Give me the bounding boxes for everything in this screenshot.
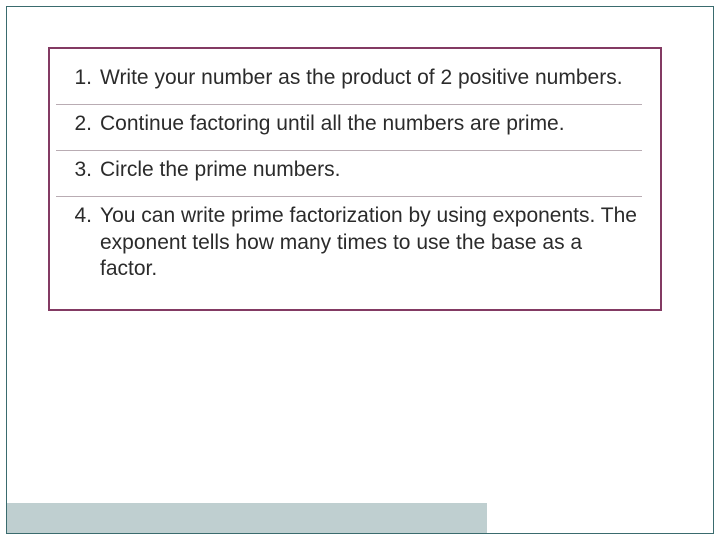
item-text: Circle the prime numbers. — [100, 157, 642, 184]
item-number: 2. — [70, 111, 100, 138]
list-item: 1. Write your number as the product of 2… — [56, 59, 642, 104]
list-item: 3. Circle the prime numbers. — [56, 150, 642, 196]
item-number: 1. — [70, 65, 100, 92]
instructions-box: 1. Write your number as the product of 2… — [48, 47, 662, 311]
item-number: 3. — [70, 157, 100, 184]
item-text: Continue factoring until all the numbers… — [100, 111, 642, 138]
list-item: 4. You can write prime factorization by … — [56, 196, 642, 296]
item-number: 4. — [70, 203, 100, 230]
list-item: 2. Continue factoring until all the numb… — [56, 104, 642, 150]
item-text: You can write prime factorization by usi… — [100, 203, 642, 284]
footer-accent-bar — [7, 503, 487, 533]
item-text: Write your number as the product of 2 po… — [100, 65, 642, 92]
